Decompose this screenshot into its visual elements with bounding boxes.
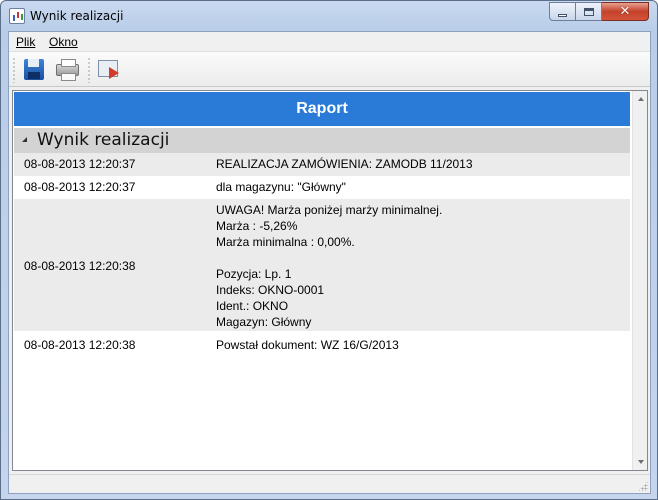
- arrow-down-icon: [637, 460, 644, 464]
- toolbar-grip[interactable]: [13, 57, 15, 83]
- row-timestamp: 08-08-2013 12:20:37: [24, 157, 136, 171]
- minimize-button[interactable]: [549, 2, 576, 21]
- status-bar: [9, 474, 650, 493]
- table-row: 08-08-2013 12:20:38 UWAGA! Marża poniżej…: [14, 199, 630, 331]
- row-timestamp: 08-08-2013 12:20:37: [24, 180, 136, 194]
- close-button[interactable]: ✕: [602, 2, 649, 21]
- application-window: Wynik realizacji ✕ Plik Okno Raport Wyni…: [0, 0, 658, 500]
- resize-grip-icon[interactable]: [638, 481, 648, 491]
- table-row: 08-08-2013 12:20:38 Powstał dokument: WZ…: [14, 334, 630, 357]
- print-button[interactable]: [55, 58, 81, 82]
- row-message: dla magazynu: "Główny": [216, 180, 346, 194]
- maximize-icon: [583, 7, 594, 16]
- row-timestamp: 08-08-2013 12:20:38: [24, 338, 136, 352]
- row-message: Powstał dokument: WZ 16/G/2013: [216, 338, 399, 352]
- save-button[interactable]: [22, 58, 48, 82]
- floppy-disk-icon: [24, 59, 44, 80]
- message-line: Magazyn: Główny: [216, 315, 312, 329]
- message-line: Pozycja: Lp. 1: [216, 267, 292, 281]
- close-icon: ✕: [619, 4, 631, 19]
- toolbar-separator: [88, 57, 90, 83]
- arrow-up-icon: [637, 97, 644, 101]
- message-line: Marża : -5,26%: [216, 219, 298, 233]
- section-title: Wynik realizacji: [37, 130, 170, 150]
- maximize-button[interactable]: [576, 2, 602, 21]
- message-line: Indeks: OKNO-0001: [216, 283, 325, 297]
- printer-icon: [56, 59, 79, 81]
- message-line: [216, 250, 442, 266]
- menu-plik[interactable]: Plik: [16, 35, 35, 49]
- export-icon: [98, 60, 119, 79]
- message-line: Marża minimalna : 0,00%.: [216, 235, 355, 249]
- toolbar: [9, 51, 650, 87]
- app-chart-icon: [9, 8, 25, 24]
- table-row: 08-08-2013 12:20:37 REALIZACJA ZAMÓWIENI…: [14, 153, 630, 176]
- report-view[interactable]: Raport Wynik realizacji 08-08-2013 12:20…: [12, 90, 648, 471]
- message-line: UWAGA! Marża poniżej marży minimalnej.: [216, 203, 443, 217]
- menu-okno[interactable]: Okno: [49, 35, 78, 49]
- message-line: Ident.: OKNO: [216, 299, 289, 313]
- title-bar[interactable]: Wynik realizacji ✕: [1, 1, 657, 31]
- menu-bar: Plik Okno: [9, 32, 650, 51]
- scroll-down-button[interactable]: [633, 454, 647, 470]
- report-header: Raport: [14, 92, 630, 126]
- collapse-arrow-icon[interactable]: [22, 137, 27, 142]
- table-row: 08-08-2013 12:20:37 dla magazynu: "Główn…: [14, 176, 630, 199]
- scroll-up-button[interactable]: [633, 91, 647, 107]
- row-timestamp: 08-08-2013 12:20:38: [24, 259, 136, 273]
- export-button[interactable]: [97, 58, 123, 82]
- minimize-icon: [558, 13, 567, 17]
- row-message: REALIZACJA ZAMÓWIENIA: ZAMODB 11/2013: [216, 157, 473, 171]
- row-message: UWAGA! Marża poniżej marży minimalnej. M…: [216, 202, 442, 330]
- vertical-scrollbar[interactable]: [632, 91, 647, 470]
- window-title: Wynik realizacji: [30, 9, 124, 23]
- client-area: Plik Okno Raport Wynik realizacji 08-08-…: [8, 31, 651, 494]
- section-header[interactable]: Wynik realizacji: [14, 128, 630, 153]
